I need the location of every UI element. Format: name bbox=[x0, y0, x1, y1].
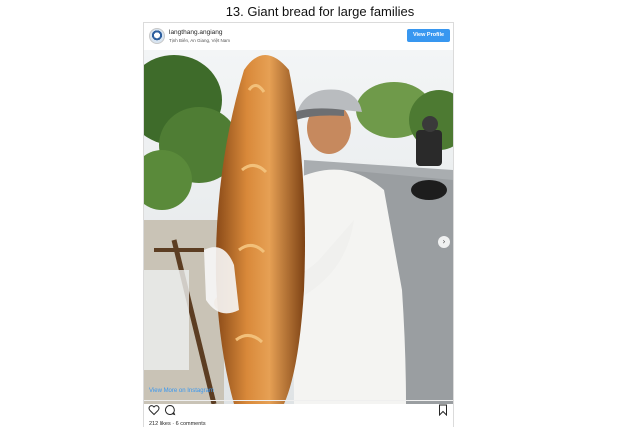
likes-count[interactable]: 212 likes bbox=[149, 421, 171, 427]
comments-count[interactable]: 6 comments bbox=[176, 421, 206, 427]
location[interactable]: Tịnh Biên, An Giang, Việt Nam bbox=[169, 38, 230, 43]
instagram-embed: langthang.angiang Tịnh Biên, An Giang, V… bbox=[143, 22, 454, 427]
divider bbox=[144, 400, 453, 401]
post-header: langthang.angiang Tịnh Biên, An Giang, V… bbox=[144, 23, 453, 49]
username[interactable]: langthang.angiang bbox=[169, 29, 223, 36]
post-photo[interactable]: › bbox=[144, 50, 453, 404]
article-headline: 13. Giant bread for large families bbox=[225, 4, 415, 19]
post-stats: 212 likes · 6 comments bbox=[149, 421, 206, 427]
bookmark-icon[interactable] bbox=[438, 404, 448, 416]
view-more-link[interactable]: View More on Instagram bbox=[149, 388, 214, 394]
view-profile-button[interactable]: View Profile bbox=[407, 29, 450, 42]
avatar[interactable] bbox=[149, 28, 165, 44]
chevron-right-icon: › bbox=[442, 237, 446, 246]
action-bar bbox=[144, 404, 453, 418]
stats-separator: · bbox=[172, 421, 175, 427]
photo-illustration bbox=[144, 50, 453, 404]
heart-icon[interactable] bbox=[148, 404, 160, 416]
next-photo-button[interactable]: › bbox=[438, 236, 450, 248]
comment-icon[interactable] bbox=[164, 404, 176, 416]
